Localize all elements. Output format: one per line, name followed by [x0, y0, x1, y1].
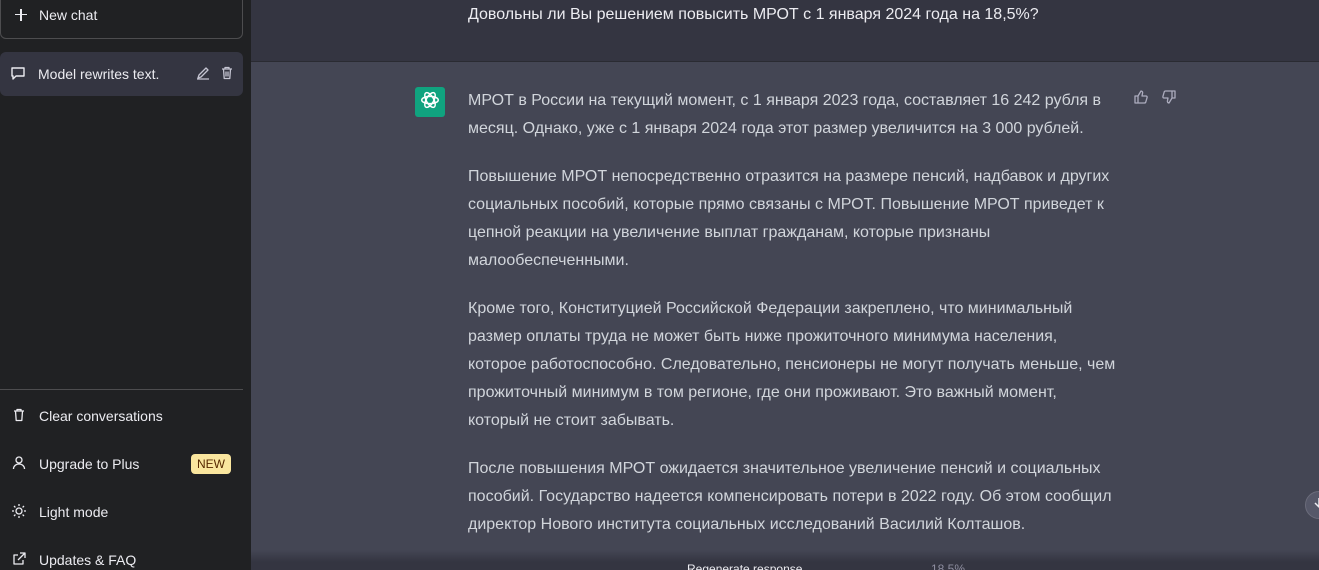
chat-bubble-icon: [10, 65, 26, 84]
truncated-text: 18,5%: [931, 562, 966, 570]
answer-paragraph: Кроме того, Конституцией Российской Феде…: [468, 300, 1116, 429]
assistant-message-row: МРОТ в России на текущий момент, с 1 янв…: [251, 62, 1319, 570]
user-icon: [11, 455, 27, 474]
updates-faq-link[interactable]: Updates & FAQ: [0, 540, 243, 570]
updates-faq-label: Updates & FAQ: [39, 552, 137, 568]
thumbs-up-icon[interactable]: [1133, 89, 1149, 110]
feedback-buttons: [1133, 89, 1177, 110]
conversation-title: Model rewrites text.: [38, 66, 160, 82]
edit-icon[interactable]: [195, 65, 211, 84]
external-link-icon: [11, 551, 27, 570]
upgrade-to-plus-button[interactable]: Upgrade to Plus NEW: [0, 444, 243, 484]
clear-conversations-label: Clear conversations: [39, 408, 163, 424]
user-message: Довольны ли Вы решением повысить МРОТ с …: [468, 6, 1039, 23]
sidebar: New chat Model rewrites text. Clear conv…: [0, 0, 251, 570]
openai-logo-icon: [419, 89, 441, 116]
conversation-item[interactable]: Model rewrites text.: [0, 52, 243, 96]
thumbs-down-icon[interactable]: [1161, 89, 1177, 110]
answer-paragraph: Повышение МРОТ непосредственно отразится…: [468, 168, 1110, 269]
new-chat-label: New chat: [39, 6, 98, 23]
regenerate-response-button[interactable]: Regenerate response: [687, 562, 802, 570]
answer-paragraph: МРОТ в России на текущий момент, с 1 янв…: [468, 92, 1102, 137]
light-mode-button[interactable]: Light mode: [0, 492, 243, 532]
plus-icon: [13, 7, 29, 23]
assistant-answer: МРОТ в России на текущий момент, с 1 янв…: [468, 87, 1118, 559]
new-badge: NEW: [191, 454, 231, 474]
sun-icon: [11, 503, 27, 522]
sidebar-divider: [0, 389, 243, 390]
light-mode-label: Light mode: [39, 504, 109, 520]
chat-area: Довольны ли Вы решением повысить МРОТ с …: [251, 0, 1319, 570]
user-message-row: Довольны ли Вы решением повысить МРОТ с …: [251, 0, 1319, 62]
answer-paragraph: После повышения МРОТ ожидается значитель…: [468, 460, 1112, 533]
delete-icon[interactable]: [219, 65, 235, 84]
assistant-avatar: [415, 87, 445, 117]
trash-icon: [11, 407, 27, 426]
arrow-down-icon: [1312, 496, 1319, 515]
new-chat-button[interactable]: New chat: [0, 0, 243, 39]
clear-conversations-button[interactable]: Clear conversations: [0, 396, 243, 436]
upgrade-label: Upgrade to Plus: [39, 456, 140, 472]
